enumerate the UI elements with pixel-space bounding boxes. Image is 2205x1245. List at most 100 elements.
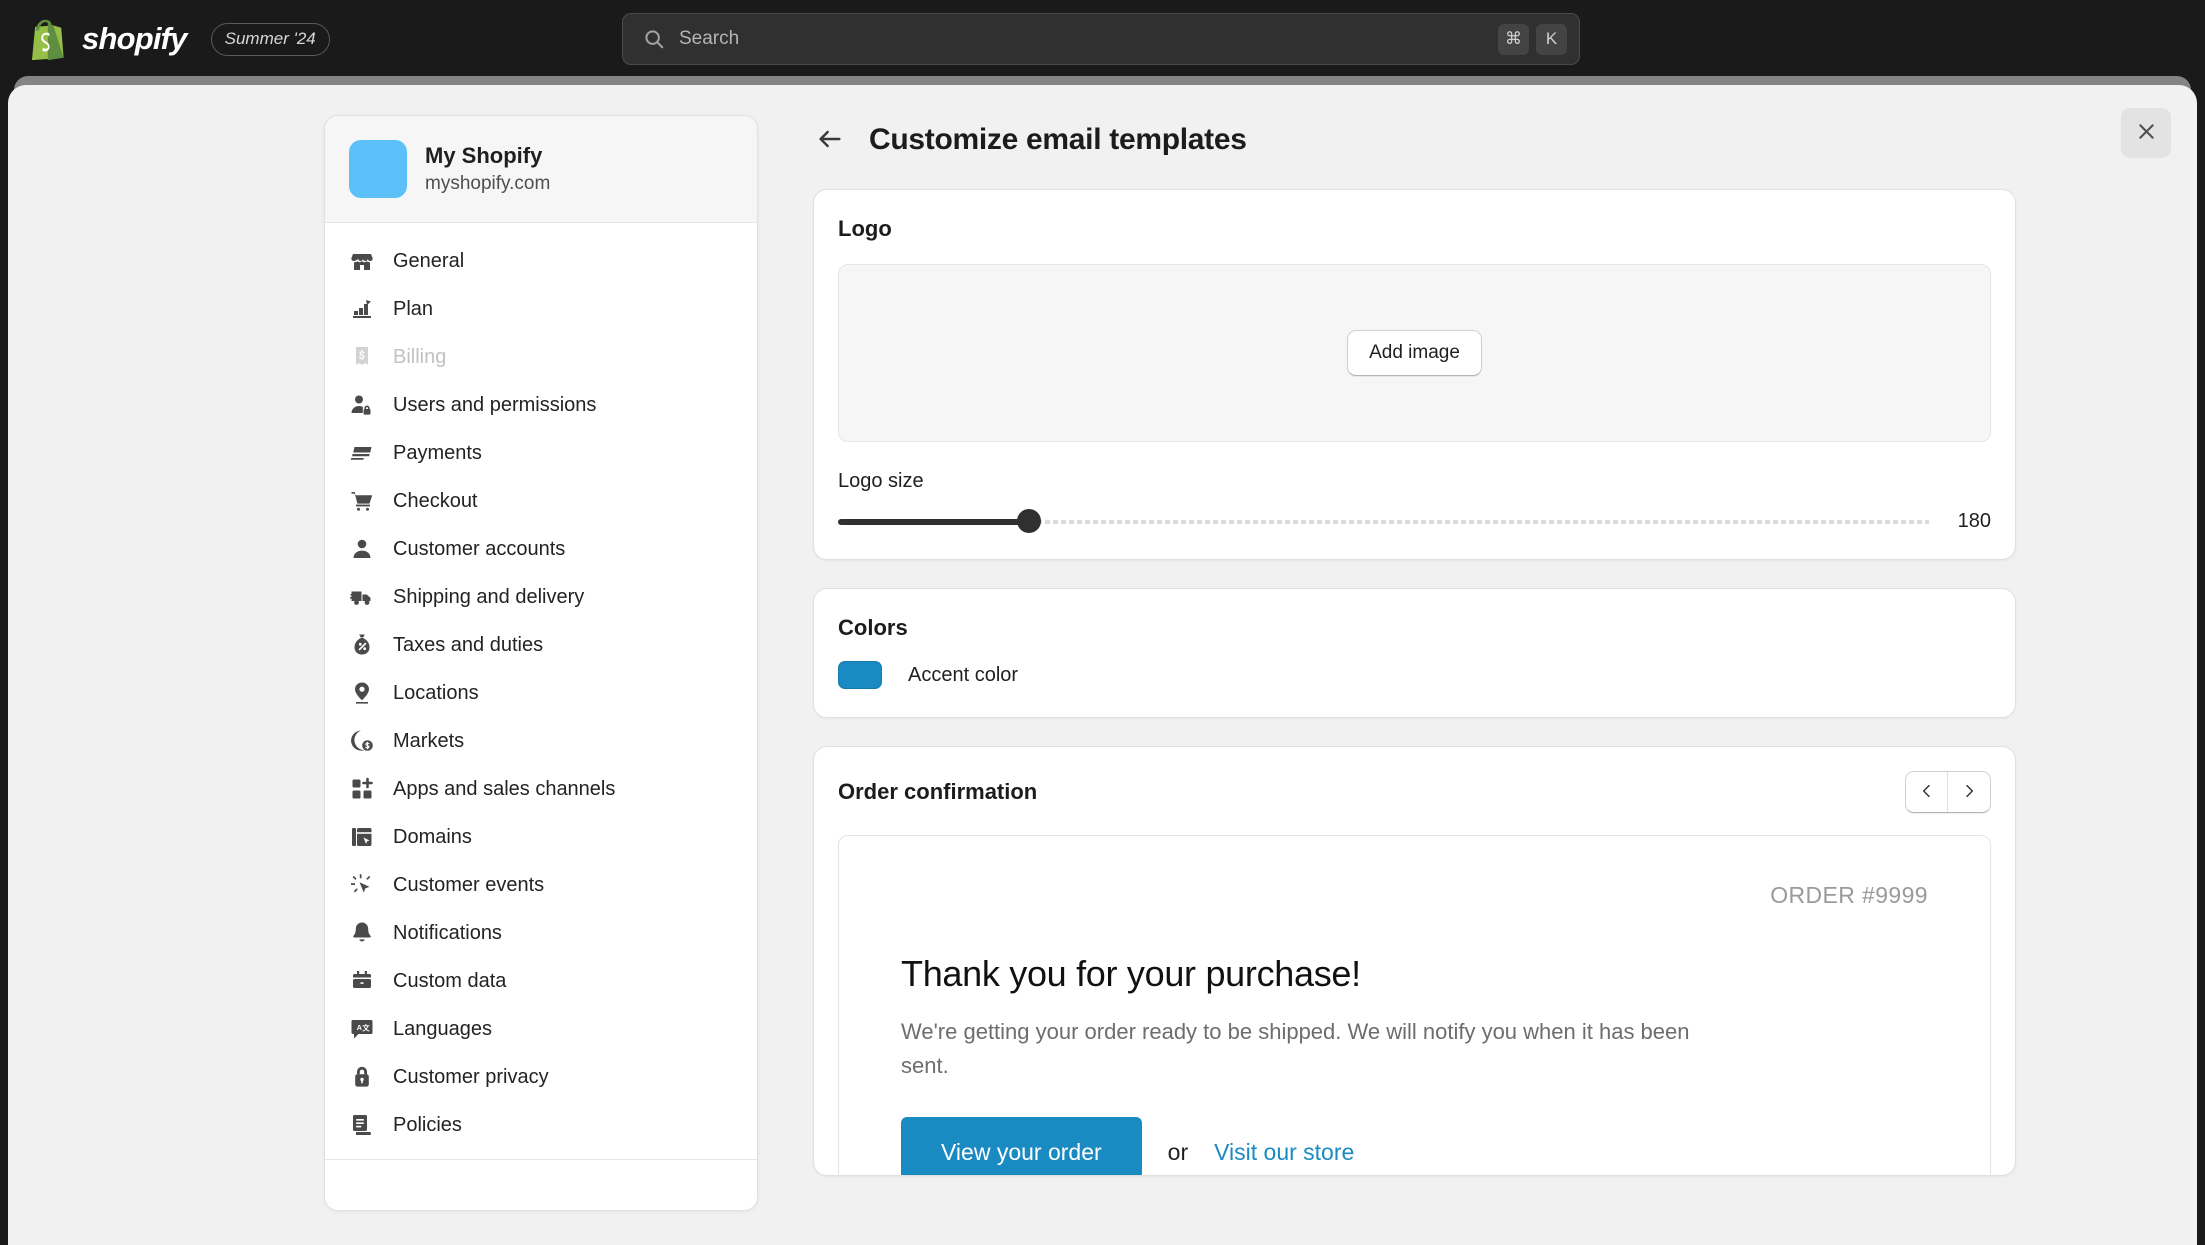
arrow-left-icon [816, 125, 844, 156]
credit-card-icon [349, 440, 375, 466]
colors-card-title: Colors [838, 615, 1991, 641]
sidebar-item-languages[interactable]: A文 Languages [325, 1005, 757, 1053]
chevron-left-icon [1919, 783, 1935, 802]
accent-color-swatch[interactable] [838, 661, 882, 689]
email-preview-card: Order confirmation [813, 746, 2016, 1176]
sidebar-item-users-and-permissions[interactable]: Users and permissions [325, 381, 757, 429]
lock-icon [349, 1064, 375, 1090]
sidebar-item-label: Taxes and duties [393, 634, 543, 657]
previous-template-button[interactable] [1906, 772, 1948, 812]
sidebar-item-locations[interactable]: Locations [325, 669, 757, 717]
sidebar-item-shipping-and-delivery[interactable]: Shipping and delivery [325, 573, 757, 621]
sidebar-item-plan[interactable]: Plan [325, 285, 757, 333]
sidebar-item-label: Checkout [393, 490, 478, 513]
truck-icon [349, 584, 375, 610]
translate-icon: A文 [349, 1016, 375, 1042]
logo-size-slider-row: 180 [838, 509, 1991, 533]
sidebar-item-label: Shipping and delivery [393, 586, 584, 609]
sidebar-item-policies[interactable]: Policies [325, 1101, 757, 1149]
receipt-icon [349, 344, 375, 370]
sidebar-item-label: Customer events [393, 874, 544, 897]
sidebar-item-customer-privacy[interactable]: Customer privacy [325, 1053, 757, 1101]
sidebar-item-custom-data[interactable]: Custom data [325, 957, 757, 1005]
logo-size-slider[interactable] [838, 509, 1929, 533]
sidebar-item-customer-accounts[interactable]: Customer accounts [325, 525, 757, 573]
sidebar-item-apps-and-sales-channels[interactable]: Apps and sales channels [325, 765, 757, 813]
sidebar-item-label: Policies [393, 1114, 462, 1137]
settings-modal-sheet: My Shopify myshopify.com General Plan Bi… [8, 85, 2197, 1245]
shopify-wordmark: shopify [82, 21, 187, 57]
sidebar-item-label: Markets [393, 730, 464, 753]
store-header[interactable]: My Shopify myshopify.com [325, 116, 757, 223]
main-content-pane: Customize email templates Logo Add image… [758, 85, 2048, 1245]
back-button[interactable] [813, 123, 847, 157]
sidebar-item-domains[interactable]: Domains [325, 813, 757, 861]
store-domain: myshopify.com [425, 173, 550, 195]
email-cta-row: View your order or Visit our store [901, 1117, 1928, 1175]
apps-plus-icon [349, 776, 375, 802]
location-pin-icon [349, 680, 375, 706]
sidebar-item-markets[interactable]: Markets [325, 717, 757, 765]
person-lock-icon [349, 392, 375, 418]
close-button[interactable] [2121, 108, 2171, 158]
sidebar-item-notifications[interactable]: Notifications [325, 909, 757, 957]
store-name: My Shopify [425, 143, 550, 169]
shopify-brand[interactable]: shopify Summer '24 [28, 19, 330, 59]
sidebar-item-label: Languages [393, 1018, 492, 1041]
logo-size-value: 180 [1951, 510, 1991, 533]
sidebar-item-label: Apps and sales channels [393, 778, 615, 801]
logo-card-title: Logo [838, 216, 1991, 242]
store-icon [349, 248, 375, 274]
settings-navigation-card: My Shopify myshopify.com General Plan Bi… [324, 115, 758, 1211]
email-preview-header: Order confirmation [838, 771, 1991, 813]
top-navigation-bar: shopify Summer '24 Search ⌘ K [0, 0, 2205, 78]
sidebar-item-general[interactable]: General [325, 237, 757, 285]
person-icon [349, 536, 375, 562]
sidebar-item-checkout[interactable]: Checkout [325, 477, 757, 525]
sidebar-item-label: Locations [393, 682, 479, 705]
cart-icon [349, 488, 375, 514]
slider-thumb[interactable] [1017, 509, 1041, 533]
version-badge: Summer '24 [211, 23, 330, 56]
email-order-number: ORDER #9999 [901, 882, 1928, 909]
click-spark-icon [349, 872, 375, 898]
template-pager [1905, 771, 1991, 813]
visit-our-store-link[interactable]: Visit our store [1214, 1139, 1354, 1166]
sidebar-item-label: Domains [393, 826, 472, 849]
shortcut-key-command: ⌘ [1498, 24, 1529, 55]
sidebar-item-label: Customer privacy [393, 1066, 549, 1089]
view-your-order-button[interactable]: View your order [901, 1117, 1142, 1175]
email-preview-frame: ORDER #9999 Thank you for your purchase!… [838, 835, 1991, 1175]
close-icon [2136, 121, 2157, 145]
domain-icon [349, 824, 375, 850]
slider-remaining-track [1029, 520, 1929, 524]
next-template-button[interactable] [1948, 772, 1990, 812]
sidebar-item-label: Users and permissions [393, 394, 596, 417]
shopify-bag-icon [28, 19, 66, 59]
sidebar-item-taxes-and-duties[interactable]: Taxes and duties [325, 621, 757, 669]
policy-doc-icon [349, 1112, 375, 1138]
logo-dropzone[interactable]: Add image [838, 264, 1991, 442]
settings-cards-area: Logo Add image Logo size 180 Colors [758, 157, 2048, 1176]
search-placeholder-text: Search [679, 28, 1491, 50]
email-preview-title: Order confirmation [838, 779, 1037, 805]
accent-color-label: Accent color [908, 664, 1018, 687]
globe-money-icon [349, 728, 375, 754]
add-image-button[interactable]: Add image [1347, 330, 1482, 376]
sidebar-item-label: Notifications [393, 922, 502, 945]
colors-card: Colors Accent color [813, 588, 2016, 718]
sidebar-footer [325, 1159, 757, 1210]
search-input-container[interactable]: Search ⌘ K [622, 13, 1580, 65]
chart-bar-icon [349, 296, 375, 322]
sidebar-item-customer-events[interactable]: Customer events [325, 861, 757, 909]
logo-size-label: Logo size [838, 470, 1991, 493]
global-search[interactable]: Search ⌘ K [622, 13, 1580, 65]
shortcut-key-k: K [1536, 24, 1567, 55]
store-avatar [349, 140, 407, 198]
sidebar-item-payments[interactable]: Payments [325, 429, 757, 477]
sidebar-item-billing: Billing [325, 333, 757, 381]
email-heading: Thank you for your purchase! [901, 953, 1928, 995]
sidebar-item-label: Custom data [393, 970, 506, 993]
sidebar-item-label: Customer accounts [393, 538, 565, 561]
logo-card: Logo Add image Logo size 180 [813, 189, 2016, 560]
